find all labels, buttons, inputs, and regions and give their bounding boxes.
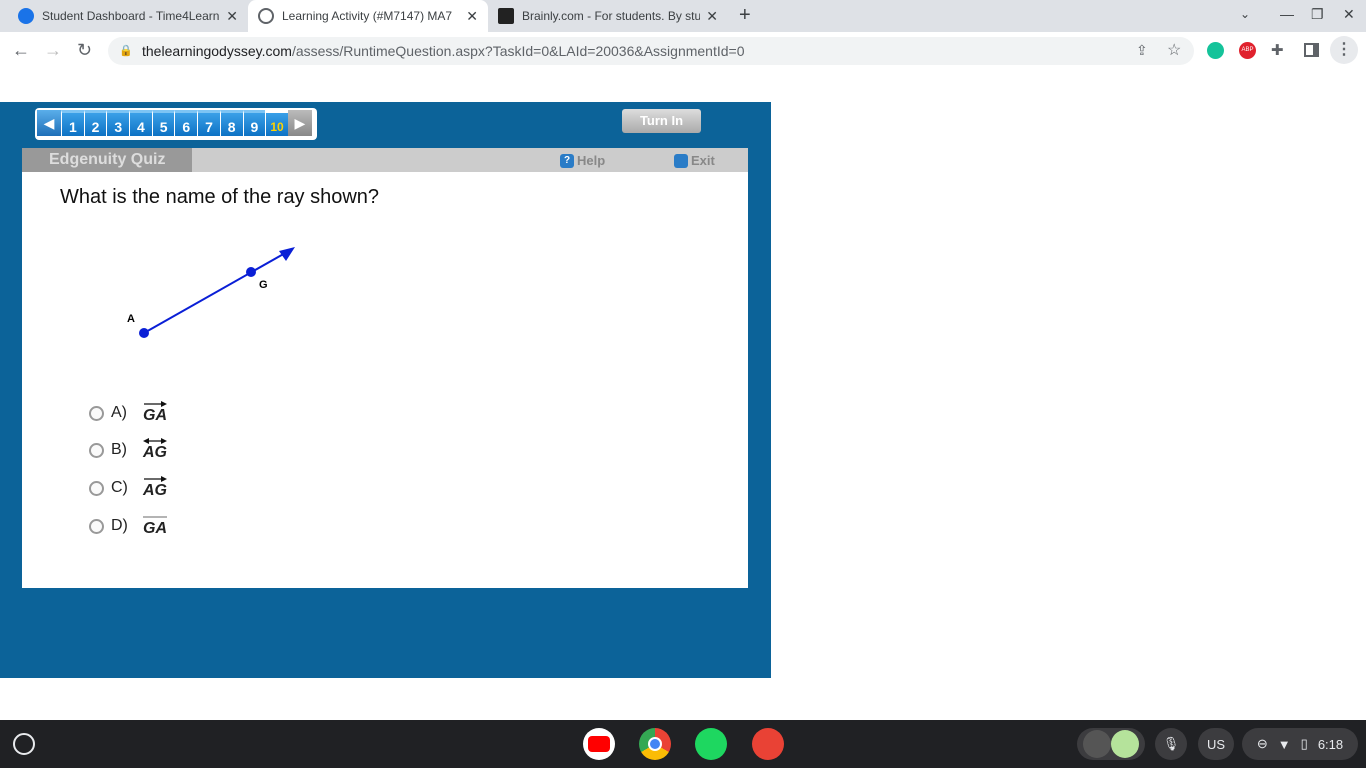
question-navigator: ◀ 1 2 3 4 5 6 7 8 9 10 ▶: [35, 108, 317, 140]
ray-notation: AG: [143, 476, 167, 500]
label-g: G: [259, 279, 268, 291]
new-tab-button[interactable]: +: [739, 4, 751, 27]
point-a: [139, 328, 149, 338]
spotify-icon[interactable]: [695, 728, 727, 760]
question-2[interactable]: 2: [83, 110, 107, 136]
do-not-disturb-icon: ⊖: [1256, 736, 1268, 751]
question-5[interactable]: 5: [151, 110, 175, 136]
wifi-icon: ▼: [1277, 736, 1291, 752]
question-6[interactable]: 6: [174, 110, 198, 136]
menu-icon[interactable]: ⋮: [1330, 36, 1358, 64]
radio-c[interactable]: [89, 480, 104, 496]
question-3[interactable]: 3: [106, 110, 130, 136]
minimize-button[interactable]: —: [1280, 6, 1294, 22]
youtube-icon[interactable]: [583, 728, 615, 760]
option-b[interactable]: B) AG: [89, 438, 167, 462]
tab-learning-activity[interactable]: Learning Activity (#M7147) MA7 ✕: [248, 0, 488, 32]
avatar: [1083, 730, 1111, 758]
input-method-button[interactable]: US: [1198, 728, 1234, 760]
status-tray[interactable]: ⊖ ▼ ▯ 6:18: [1242, 728, 1358, 760]
label-a: A: [127, 313, 135, 325]
close-tab-icon[interactable]: ✕: [706, 8, 718, 25]
share-icon[interactable]: ⇪: [1136, 42, 1148, 59]
file-thumbnail: [1111, 730, 1139, 758]
globe-icon: [258, 8, 274, 24]
address-bar[interactable]: thelearningodyssey.com/assess/RuntimeQue…: [108, 37, 1194, 65]
radio-a[interactable]: [89, 405, 104, 421]
brainly-icon: [498, 8, 514, 24]
adblock-icon[interactable]: ABP: [1239, 42, 1256, 59]
question-8[interactable]: 8: [219, 110, 243, 136]
holding-space-tray[interactable]: [1077, 728, 1145, 760]
question-4[interactable]: 4: [129, 110, 152, 136]
question-1[interactable]: 1: [61, 110, 84, 136]
exit-button[interactable]: Exit: [674, 153, 715, 168]
close-tab-icon[interactable]: ✕: [466, 8, 478, 25]
time4learning-icon: [18, 8, 34, 24]
launcher-button[interactable]: [13, 733, 35, 755]
question-9[interactable]: 9: [242, 110, 266, 136]
ray-notation: GA: [143, 401, 167, 425]
radio-b[interactable]: [89, 442, 104, 458]
close-window-button[interactable]: ✕: [1343, 6, 1355, 23]
question-7[interactable]: 7: [197, 110, 220, 136]
help-icon: ?: [560, 153, 574, 168]
grammarly-icon[interactable]: [1207, 42, 1224, 59]
question-text: What is the name of the ray shown?: [60, 186, 380, 208]
segment-notation: GA: [143, 516, 167, 537]
help-button[interactable]: ? Help: [560, 153, 605, 168]
lock-icon: 🔒: [119, 45, 133, 57]
exit-icon: [674, 153, 688, 168]
chrome-icon[interactable]: [639, 728, 671, 760]
tab-student-dashboard[interactable]: Student Dashboard - Time4Learning ✕: [8, 0, 248, 32]
bookmark-star-icon[interactable]: ☆: [1167, 40, 1181, 60]
next-question-button[interactable]: ▶: [287, 110, 312, 136]
ray-line: [143, 251, 288, 334]
question-10[interactable]: 10: [265, 110, 288, 136]
back-button[interactable]: ←: [12, 40, 30, 61]
forward-button[interactable]: →: [44, 40, 62, 61]
option-a[interactable]: A) GA: [89, 401, 167, 425]
ray-arrowhead: [279, 247, 295, 261]
reload-button[interactable]: ↻: [77, 40, 92, 61]
tab-brainly[interactable]: Brainly.com - For students. By students.…: [488, 0, 728, 32]
point-g: [246, 267, 256, 277]
tab-search-icon[interactable]: ⌄: [1240, 7, 1250, 21]
clock: 6:18: [1317, 736, 1344, 752]
close-tab-icon[interactable]: ✕: [226, 8, 238, 25]
quiz-brand: Edgenuity Quiz: [22, 148, 192, 172]
extensions-icon[interactable]: ✚: [1271, 41, 1284, 59]
prev-question-button[interactable]: ◀: [37, 110, 61, 136]
option-d[interactable]: D) GA: [89, 514, 167, 538]
microphone-icon[interactable]: 🎙: [1155, 728, 1187, 760]
turn-in-button[interactable]: Turn In: [622, 109, 701, 133]
line-notation: AG: [143, 438, 167, 462]
ray-diagram: A G: [127, 247, 295, 338]
radio-d[interactable]: [89, 518, 104, 534]
option-c[interactable]: C) AG: [89, 476, 167, 500]
screencast-icon[interactable]: [752, 728, 784, 760]
side-panel-icon[interactable]: [1304, 43, 1319, 57]
restore-button[interactable]: ❐: [1311, 6, 1324, 23]
battery-icon: ▯: [1300, 736, 1308, 751]
